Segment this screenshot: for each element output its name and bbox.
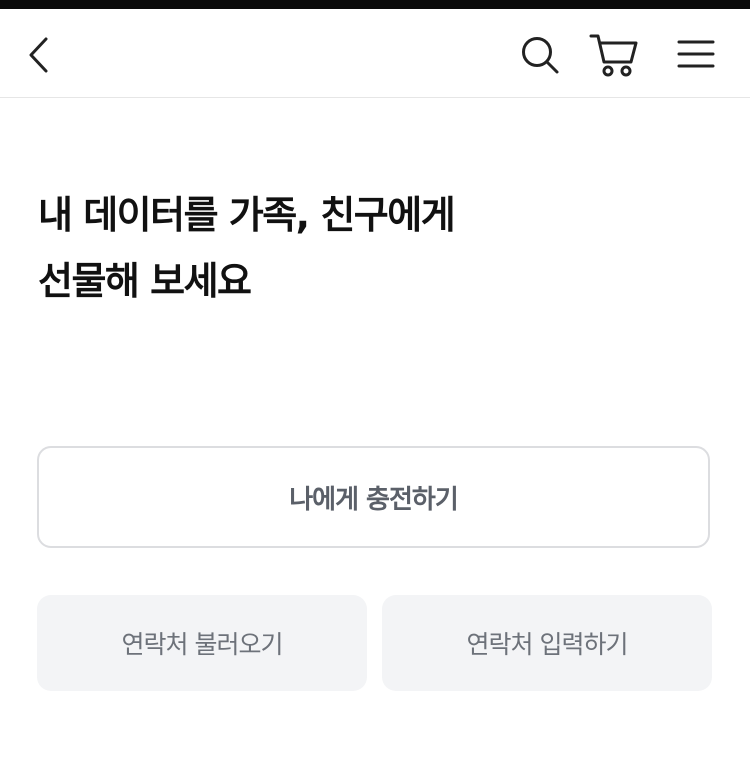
cart-button[interactable] (588, 31, 640, 79)
back-button[interactable] (22, 35, 56, 75)
headline-line-2: 선물해 보세요 (38, 259, 252, 303)
search-button[interactable] (518, 33, 562, 77)
cart-icon (589, 34, 638, 77)
hamburger-menu-icon (677, 40, 715, 68)
enter-contact-label: 연락처 입력하기 (466, 630, 629, 659)
load-contacts-button[interactable]: 연락처 불러오기 (37, 595, 367, 691)
charge-self-button[interactable]: 나에게 충전하기 (37, 446, 710, 548)
search-icon (522, 37, 559, 74)
top-navigation-bar (0, 9, 750, 98)
charge-self-label: 나에게 충전하기 (289, 484, 458, 515)
enter-contact-button[interactable]: 연락처 입력하기 (382, 595, 712, 691)
status-bar (0, 0, 750, 9)
page-headline: 내 데이터를 가족, 친구에게 선물해 보세요 (38, 182, 698, 314)
load-contacts-label: 연락처 불러오기 (121, 630, 284, 659)
headline-line-1: 내 데이터를 가족, 친구에게 (38, 193, 456, 237)
chevron-left-icon (29, 37, 48, 73)
menu-button[interactable] (676, 37, 716, 71)
